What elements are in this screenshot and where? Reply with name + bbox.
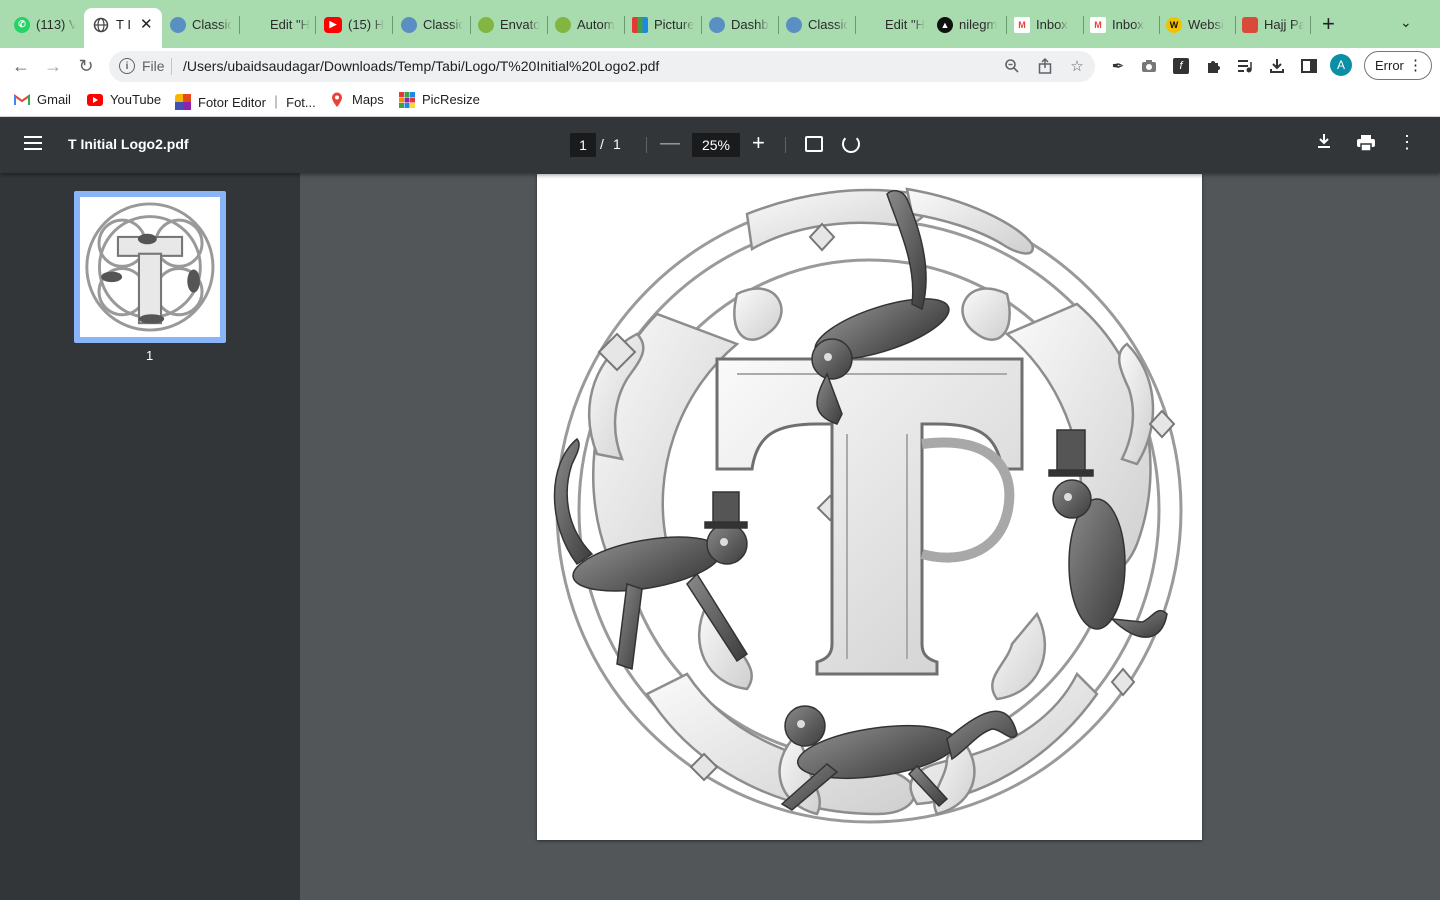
tab-edit-2[interactable]: Edit "H	[885, 8, 925, 41]
thumbnail-sidebar: 1	[0, 173, 300, 900]
fotor-icon	[175, 93, 191, 110]
camera-icon[interactable]	[1137, 54, 1161, 78]
browser-toolbar: ← → ↻ i File /Users/ubaidsaudagar/Downlo…	[0, 48, 1440, 84]
bookmark-picresize[interactable]: PicResize	[399, 91, 480, 108]
pdf-page	[537, 174, 1202, 840]
leaf-icon	[478, 16, 494, 33]
info-icon[interactable]: i	[119, 58, 135, 74]
tab-envato[interactable]: Envato	[478, 8, 540, 41]
youtube-icon	[87, 93, 103, 107]
globe-icon	[786, 16, 802, 33]
bookmark-youtube[interactable]: YouTube	[87, 92, 161, 107]
bookmark-star-icon[interactable]: ☆	[1067, 56, 1087, 76]
tab-hajj[interactable]: Hajj Pa	[1242, 8, 1304, 41]
thumbnail-logo-image	[85, 202, 215, 332]
bookmark-fotor[interactable]: Fotor Editor ｜ Fot...	[175, 92, 316, 111]
sidebar-menu-icon[interactable]	[24, 136, 42, 150]
zoom-magnifier-icon[interactable]	[1002, 56, 1022, 76]
w-icon: W	[1166, 16, 1182, 33]
tab-dashboard[interactable]: Dashb	[709, 8, 771, 41]
tab-youtube[interactable]: ▶ (15) H	[324, 8, 386, 41]
zoom-out-button[interactable]: —	[660, 132, 680, 155]
tab-whatsapp[interactable]: ✆ (113) V	[14, 8, 76, 41]
more-actions-icon[interactable]: ⋮	[1398, 132, 1416, 153]
zoom-in-button[interactable]: +	[752, 130, 765, 156]
whatsapp-icon: ✆	[14, 16, 30, 33]
kebab-menu-icon: ⋮	[1408, 57, 1423, 74]
reload-button[interactable]: ↻	[73, 53, 99, 79]
tab-classic-2[interactable]: Classic	[401, 8, 463, 41]
zoom-level-input[interactable]: 25%	[692, 133, 740, 157]
eyedropper-icon[interactable]: ✒	[1106, 54, 1130, 78]
profile-avatar[interactable]: A	[1330, 54, 1352, 76]
pdf-download-icon[interactable]	[1316, 133, 1332, 154]
tab-strip: ✆ (113) V T I ✕ Classic Edit "H ▶ (15) H…	[0, 0, 1440, 48]
tab-search-chevron-icon[interactable]: ⌄	[1400, 14, 1412, 31]
font-extension-icon[interactable]: f	[1169, 54, 1193, 78]
download-icon[interactable]	[1265, 54, 1289, 78]
back-button[interactable]: ←	[8, 53, 34, 79]
gmail-icon: M	[1014, 16, 1030, 33]
side-panel-icon[interactable]	[1297, 54, 1321, 78]
page-total: 1	[613, 136, 621, 152]
share-icon[interactable]	[1035, 56, 1055, 76]
media-playlist-icon[interactable]	[1233, 54, 1257, 78]
hajj-icon	[1242, 16, 1258, 33]
gmail-icon: M	[1090, 16, 1106, 33]
tab-active-pdf[interactable]: T I ✕	[84, 8, 162, 48]
picresize-icon	[632, 16, 648, 33]
tab-classic-3[interactable]: Classic	[786, 8, 848, 41]
tab-picture[interactable]: Picture	[632, 8, 694, 41]
close-tab-icon[interactable]: ✕	[140, 15, 153, 33]
maps-icon	[329, 92, 345, 107]
pdf-title: T Initial Logo2.pdf	[68, 136, 189, 152]
leaf-icon	[555, 16, 571, 33]
tab-inbox-1[interactable]: M Inbox	[1014, 8, 1076, 41]
tab-inbox-2[interactable]: M Inbox	[1090, 8, 1152, 41]
page-thumbnail[interactable]	[74, 191, 226, 343]
new-tab-button[interactable]: +	[1322, 13, 1335, 35]
url-text[interactable]: /Users/ubaidsaudagar/Downloads/Temp/Tabi…	[183, 58, 659, 74]
fit-to-page-icon[interactable]	[805, 136, 823, 152]
globe-icon	[93, 17, 109, 33]
extensions-puzzle-icon[interactable]	[1201, 54, 1225, 78]
thumbnail-page-number: 1	[146, 348, 154, 363]
tab-classic-1[interactable]: Classic	[170, 8, 232, 41]
error-button[interactable]: Error ⋮	[1364, 51, 1432, 80]
pdf-toolbar: T Initial Logo2.pdf 1 / 1 — 25% + ⋮	[0, 117, 1440, 173]
globe-icon	[170, 16, 186, 33]
forward-button[interactable]: →	[40, 53, 66, 79]
bookmark-gmail[interactable]: Gmail	[14, 92, 71, 107]
picresize-icon	[399, 91, 415, 108]
rotate-icon[interactable]	[842, 135, 860, 153]
tab-website[interactable]: W Websi	[1166, 8, 1228, 41]
globe-icon	[709, 16, 725, 33]
print-icon[interactable]	[1356, 135, 1376, 152]
circle-a-icon: ▲	[937, 16, 953, 33]
address-bar[interactable]: i File /Users/ubaidsaudagar/Downloads/Te…	[109, 51, 1095, 82]
tab-autom[interactable]: Autom	[555, 8, 617, 41]
youtube-icon: ▶	[324, 16, 342, 33]
globe-icon	[401, 16, 417, 33]
t-initial-logo-illustration	[553, 187, 1183, 824]
gmail-icon	[14, 93, 30, 107]
bookmarks-bar: Gmail YouTube Fotor Editor ｜ Fot... Maps…	[0, 84, 1440, 117]
page-number-input[interactable]: 1	[570, 133, 596, 157]
tab-nilegm[interactable]: ▲ nilegm	[937, 8, 999, 41]
bookmark-maps[interactable]: Maps	[329, 92, 384, 107]
tab-edit-1[interactable]: Edit "H	[270, 8, 310, 41]
pdf-viewport[interactable]	[300, 173, 1440, 900]
